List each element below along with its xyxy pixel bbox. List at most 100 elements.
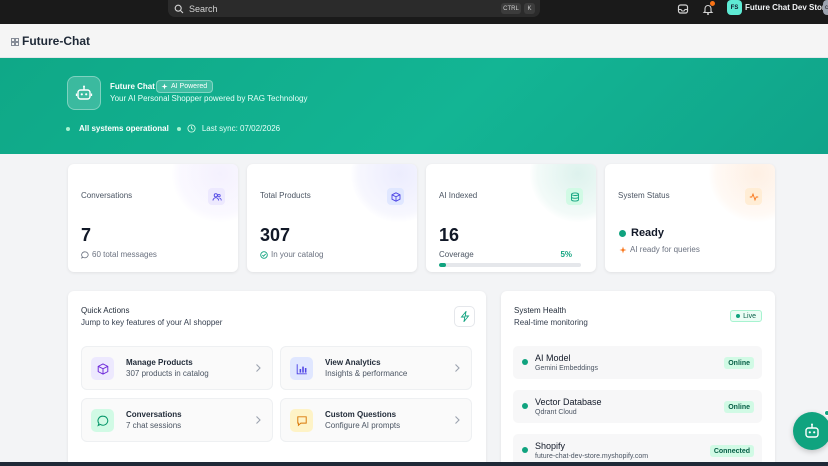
search-bar[interactable]: Search CTRL K <box>168 0 540 17</box>
health-row-vector-db: Vector Database Qdrant Cloud Online <box>513 390 762 423</box>
clock-icon <box>187 124 196 133</box>
stat-title: System Status <box>618 191 670 200</box>
ready-sub-row: AI ready for queries <box>619 245 700 254</box>
action-title: Manage Products <box>126 358 193 367</box>
bolt-icon <box>460 311 469 322</box>
card-decoration <box>172 164 238 222</box>
health-badge: Connected <box>709 445 754 457</box>
action-custom-questions[interactable]: Custom Questions Configure AI prompts <box>280 398 472 442</box>
search-label: Search <box>189 3 218 14</box>
check-circle-icon <box>260 250 268 259</box>
live-label: Live <box>743 312 756 320</box>
chevron-right-icon <box>256 364 261 372</box>
store-name[interactable]: Future Chat Dev Store <box>745 3 828 12</box>
action-subtitle: 307 products in catalog <box>126 369 209 378</box>
store-avatar[interactable]: FS <box>727 0 742 15</box>
stat-sub-row: In your catalog <box>260 250 323 259</box>
health-detail: future-chat-dev-store.myshopify.com <box>535 453 649 460</box>
kbd-ctrl: CTRL <box>501 3 521 14</box>
health-status-dot <box>522 359 528 365</box>
chat-bubble-icon <box>91 409 114 432</box>
separator-dot <box>176 126 181 131</box>
activity-icon <box>745 188 762 205</box>
card-decoration <box>709 164 775 222</box>
hero-status-row: All systems operational Last sync: 07/02… <box>66 124 280 133</box>
page-header: Future-Chat <box>0 24 828 58</box>
chat-launcher-button[interactable] <box>793 412 828 450</box>
quick-actions-bolt-button[interactable] <box>454 306 475 327</box>
quick-actions-title: Quick Actions <box>81 306 130 315</box>
bottom-bar <box>0 462 828 466</box>
health-status-dot <box>522 403 528 409</box>
stat-sub-text: In your catalog <box>271 250 324 259</box>
app-grid-icon <box>11 38 19 46</box>
ready-sub-text: AI ready for queries <box>630 245 700 254</box>
stat-title: Total Products <box>260 191 311 200</box>
action-title: View Analytics <box>325 358 381 367</box>
hero-logo <box>67 76 101 110</box>
action-subtitle: 7 chat sessions <box>126 421 182 430</box>
bot-icon <box>75 85 93 100</box>
notification-dot <box>710 1 715 6</box>
health-name: AI Model <box>535 353 571 363</box>
sparkle-icon <box>161 83 168 90</box>
stat-value: 7 <box>81 225 92 245</box>
status-dot <box>66 126 70 131</box>
system-health-subtitle: Real-time monitoring <box>514 318 588 327</box>
stat-sub-row: 60 total messages <box>81 250 157 259</box>
ready-text: Ready <box>631 227 665 239</box>
kbd-k: K <box>524 3 535 14</box>
action-subtitle: Configure AI prompts <box>325 421 401 430</box>
health-status-dot <box>522 447 528 453</box>
action-title: Conversations <box>126 410 182 419</box>
system-health-panel: System Health Real-time monitoring Live … <box>501 291 775 466</box>
admin-top-bar: Search CTRL K FS Future Chat Dev Store c <box>0 0 828 24</box>
health-detail: Qdrant Cloud <box>535 409 577 416</box>
bot-icon <box>805 423 819 438</box>
message-square-icon <box>290 409 313 432</box>
stat-title: Conversations <box>81 191 133 200</box>
page-title: Future-Chat <box>22 34 90 48</box>
card-decoration <box>530 164 596 222</box>
health-badge: Online <box>724 357 754 369</box>
inbox-icon[interactable] <box>676 2 690 16</box>
action-subtitle: Insights & performance <box>325 369 408 378</box>
quick-actions-panel: Quick Actions Jump to key features of yo… <box>68 291 486 466</box>
health-detail: Gemini Embeddings <box>535 365 599 372</box>
stat-card-system-status: System Status Ready AI ready for queries <box>605 164 775 272</box>
health-row-ai-model: AI Model Gemini Embeddings Online <box>513 346 762 379</box>
action-title: Custom Questions <box>325 410 397 419</box>
ai-powered-badge: AI Powered <box>156 80 214 93</box>
dashboard-main: Conversations 7 60 total messages Total … <box>0 154 828 466</box>
health-badge: Online <box>724 401 754 413</box>
chat-launcher-indicator <box>824 410 828 416</box>
health-name: Vector Database <box>535 397 602 407</box>
card-decoration <box>351 164 417 222</box>
secondary-avatar[interactable]: c <box>823 0 828 15</box>
coverage-value: 5% <box>560 250 572 259</box>
chevron-right-icon <box>455 416 460 424</box>
ready-dot <box>619 229 626 237</box>
stat-card-products: Total Products 307 In your catalog <box>247 164 417 272</box>
stat-value: 307 <box>260 225 291 245</box>
coverage-progress-bar <box>439 263 581 267</box>
system-status-text: All systems operational <box>79 124 169 133</box>
action-conversations[interactable]: Conversations 7 chat sessions <box>81 398 273 442</box>
action-manage-products[interactable]: Manage Products 307 products in catalog <box>81 346 273 390</box>
stat-sub-text: 60 total messages <box>92 250 157 259</box>
health-name: Shopify <box>535 441 566 451</box>
search-icon <box>174 4 184 13</box>
ai-powered-label: AI Powered <box>171 83 208 90</box>
box-icon <box>91 357 114 380</box>
stat-value: 16 <box>439 225 460 245</box>
stat-card-ai-indexed: AI Indexed 16 Coverage 5% <box>426 164 596 272</box>
hero-subtitle: Your AI Personal Shopper powered by RAG … <box>110 94 308 103</box>
quick-actions-subtitle: Jump to key features of your AI shopper <box>81 318 223 327</box>
live-dot <box>736 314 741 318</box>
stat-title: AI Indexed <box>439 191 478 200</box>
action-view-analytics[interactable]: View Analytics Insights & performance <box>280 346 472 390</box>
bar-chart-icon <box>290 357 313 380</box>
chat-bubble-icon <box>81 250 89 259</box>
last-sync-text: Last sync: 07/02/2026 <box>201 124 281 133</box>
box-icon <box>387 188 404 205</box>
